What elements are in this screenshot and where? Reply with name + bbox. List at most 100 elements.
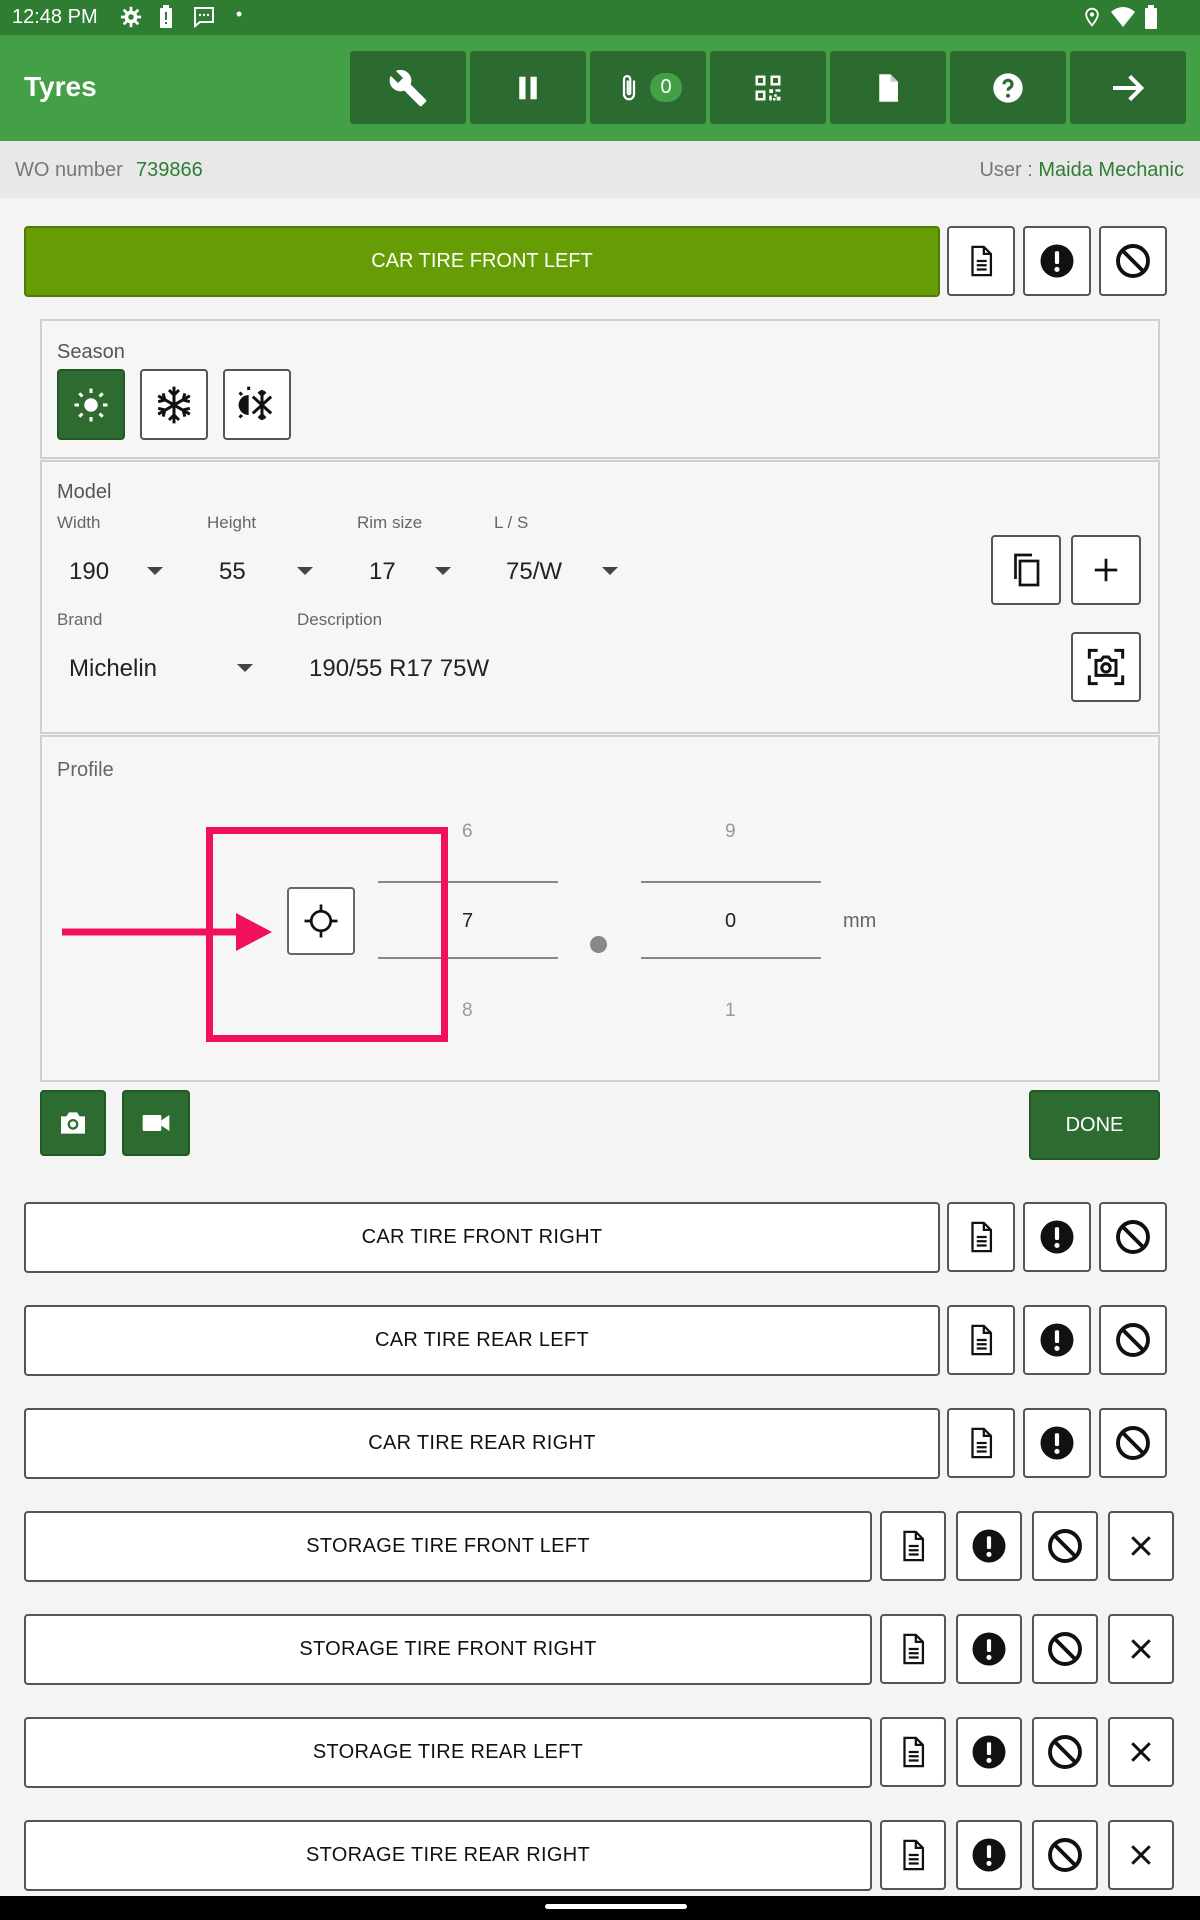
not-applicable-button[interactable] (1099, 1408, 1167, 1478)
rim-size-select[interactable]: 17 (357, 548, 477, 592)
notes-button[interactable] (947, 1408, 1015, 1478)
tools-button[interactable] (350, 51, 466, 124)
tire-tab-car-rear-right[interactable]: CAR TIRE REAR RIGHT (24, 1408, 940, 1479)
page-title: Tyres (24, 71, 97, 102)
height-value: 55 (219, 558, 246, 585)
notes-button[interactable] (947, 226, 1015, 296)
notes-button[interactable] (947, 1202, 1015, 1272)
not-applicable-button[interactable] (1032, 1717, 1098, 1787)
chevron-down-icon (297, 567, 313, 575)
issue-button[interactable] (1023, 1305, 1091, 1375)
notes-button[interactable] (880, 1820, 946, 1890)
scan-tire-button[interactable] (1071, 632, 1141, 702)
not-applicable-button[interactable] (1099, 226, 1167, 296)
brand-select[interactable]: Michelin (57, 645, 267, 689)
wo-number-label: WO number (15, 159, 123, 181)
block-icon (1047, 1734, 1083, 1770)
notes-button[interactable] (880, 1511, 946, 1581)
season-panel (40, 319, 1160, 459)
issue-button[interactable] (956, 1717, 1022, 1787)
rim-size-label: Rim size (357, 513, 423, 532)
not-applicable-button[interactable] (1099, 1305, 1167, 1375)
attachments-button[interactable]: 0 (590, 51, 706, 124)
document-icon (896, 1529, 930, 1563)
load-speed-select[interactable]: 75/W (494, 548, 624, 592)
home-gesture-handle[interactable] (545, 1904, 687, 1909)
issue-button[interactable] (1023, 1202, 1091, 1272)
remove-button[interactable] (1108, 1511, 1174, 1581)
issue-button[interactable] (1023, 1408, 1091, 1478)
picker-divider (641, 881, 821, 883)
done-button[interactable]: DONE (1029, 1090, 1160, 1160)
profile-decimal-prev: 9 (725, 821, 736, 842)
issue-button[interactable] (956, 1614, 1022, 1684)
not-applicable-button[interactable] (1099, 1202, 1167, 1272)
issue-button[interactable] (956, 1511, 1022, 1581)
notification-dot-icon: • (236, 4, 243, 24)
issue-button[interactable] (1023, 226, 1091, 296)
season-summer-button[interactable] (57, 369, 125, 440)
close-icon (1126, 1840, 1156, 1870)
remove-button[interactable] (1108, 1820, 1174, 1890)
help-icon (993, 72, 1023, 103)
not-applicable-button[interactable] (1032, 1511, 1098, 1581)
width-label: Width (57, 513, 101, 532)
tire-tab-car-front-left[interactable]: CAR TIRE FRONT LEFT (24, 226, 940, 297)
season-all-season-button[interactable] (223, 369, 291, 440)
alert-icon (1039, 243, 1075, 279)
profile-mm-picker[interactable]: 7 (462, 910, 473, 933)
location-icon (1085, 7, 1099, 27)
notes-button[interactable] (947, 1305, 1015, 1375)
document-button[interactable] (830, 51, 946, 124)
all-season-icon (238, 386, 273, 420)
copy-icon (1014, 553, 1040, 587)
tire-tab-storage-front-right[interactable]: STORAGE TIRE FRONT RIGHT (24, 1614, 872, 1685)
video-button[interactable] (122, 1090, 190, 1156)
message-icon (194, 7, 214, 29)
tire-tab-storage-rear-right[interactable]: STORAGE TIRE REAR RIGHT (24, 1820, 872, 1891)
tire-tab-car-front-right[interactable]: CAR TIRE FRONT RIGHT (24, 1202, 940, 1273)
tire-tab-car-rear-left[interactable]: CAR TIRE REAR LEFT (24, 1305, 940, 1376)
load-speed-value: 75/W (506, 558, 563, 585)
notes-button[interactable] (880, 1614, 946, 1684)
chevron-down-icon (147, 567, 163, 575)
qr-code-button[interactable] (710, 51, 826, 124)
sun-icon (74, 388, 108, 421)
copy-button[interactable] (991, 535, 1061, 605)
issue-button[interactable] (956, 1820, 1022, 1890)
not-applicable-button[interactable] (1032, 1820, 1098, 1890)
user-name: Maida Mechanic (1038, 159, 1184, 181)
block-icon (1047, 1528, 1083, 1564)
pause-button[interactable] (470, 51, 586, 124)
help-button[interactable] (950, 51, 1066, 124)
profile-mm-next: 8 (462, 1000, 473, 1021)
file-icon (879, 73, 898, 102)
arrow-right-icon (1113, 74, 1145, 101)
next-button[interactable] (1070, 51, 1186, 124)
system-nav-bar (0, 1896, 1200, 1920)
tire-tab-storage-rear-left[interactable]: STORAGE TIRE REAR LEFT (24, 1717, 872, 1788)
alert-icon (1039, 1322, 1075, 1358)
alert-icon (971, 1734, 1007, 1770)
notes-button[interactable] (880, 1717, 946, 1787)
settings-icon (120, 6, 142, 28)
rim-size-value: 17 (369, 558, 396, 585)
profile-mm-prev: 6 (462, 821, 473, 842)
season-winter-button[interactable] (140, 369, 208, 440)
qr-code-icon (755, 75, 781, 100)
tire-tab-storage-front-left[interactable]: STORAGE TIRE FRONT LEFT (24, 1511, 872, 1582)
picker-divider (641, 957, 821, 959)
snowflake-icon (157, 386, 191, 423)
block-icon (1047, 1631, 1083, 1667)
width-select[interactable]: 190 (57, 548, 177, 592)
height-select[interactable]: 55 (207, 548, 327, 592)
status-bar: 12:48 PM • (0, 0, 1200, 35)
plus-icon (1094, 558, 1118, 582)
not-applicable-button[interactable] (1032, 1614, 1098, 1684)
remove-button[interactable] (1108, 1717, 1174, 1787)
add-button[interactable] (1071, 535, 1141, 605)
remove-button[interactable] (1108, 1614, 1174, 1684)
profile-decimal-picker[interactable]: 0 (725, 910, 736, 933)
photo-button[interactable] (40, 1090, 106, 1156)
brand-label: Brand (57, 610, 103, 629)
